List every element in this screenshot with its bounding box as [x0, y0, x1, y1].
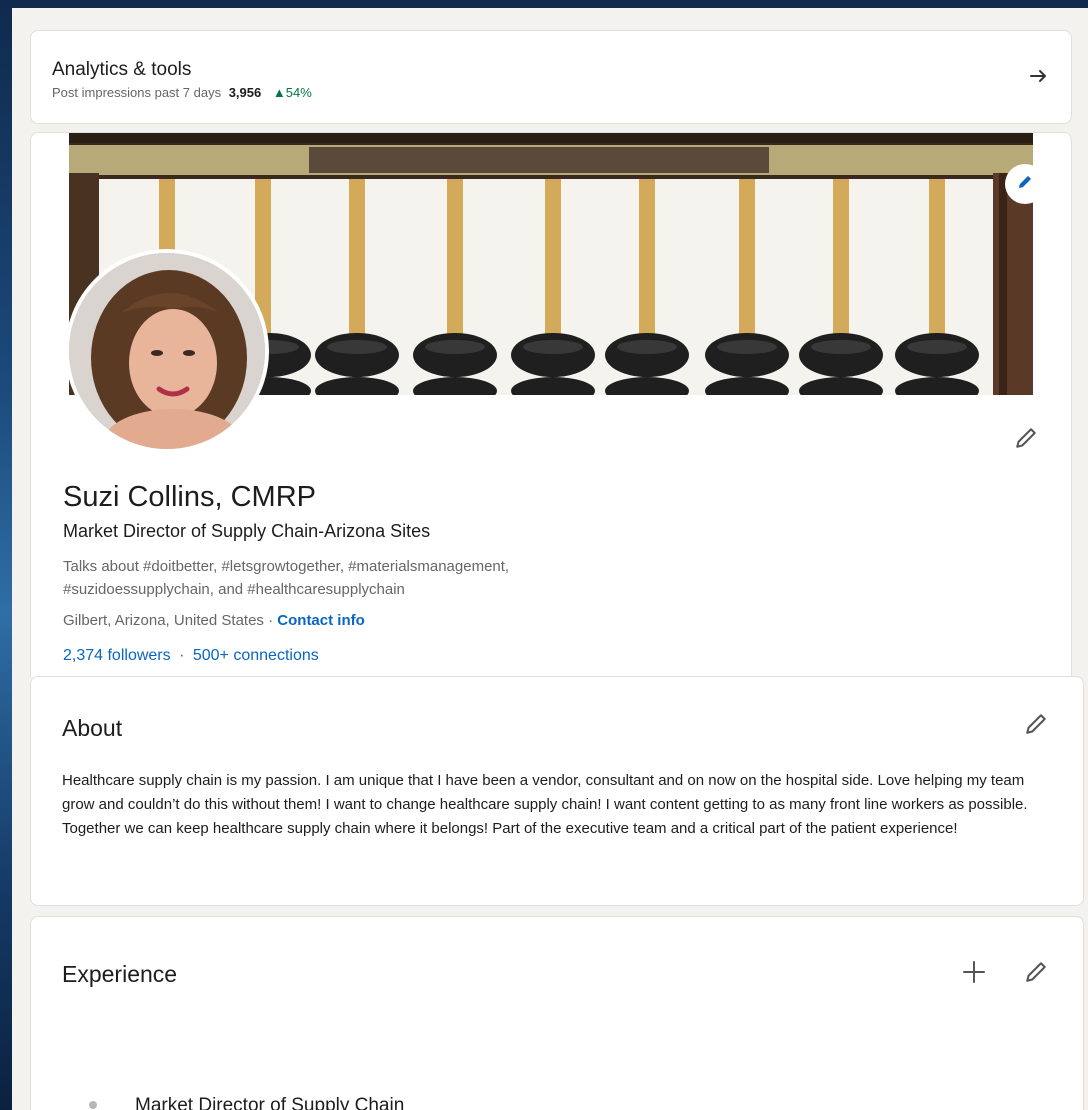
edit-banner-button[interactable]	[1005, 164, 1045, 204]
pencil-icon	[1016, 173, 1034, 196]
profile-stats: 2,374 followers · 500+ connections	[63, 647, 319, 665]
experience-card: Experience Market Director of Supply Cha…	[30, 916, 1084, 1110]
experience-item-bullet	[89, 1101, 97, 1109]
experience-title: Experience	[62, 961, 178, 987]
location-text: Gilbert, Arizona, United States	[63, 612, 264, 629]
about-card: About Healthcare supply chain is my pass…	[30, 676, 1084, 906]
pencil-icon	[1021, 962, 1051, 991]
about-title: About	[62, 715, 123, 741]
pencil-icon	[1011, 428, 1041, 457]
impressions-change: ▲54%	[272, 85, 312, 100]
analytics-title: Analytics & tools	[52, 59, 192, 80]
experience-item-title[interactable]: Market Director of Supply Chain	[135, 1095, 404, 1110]
avatar[interactable]	[65, 249, 269, 453]
add-experience-button[interactable]	[959, 957, 989, 987]
contact-info-link[interactable]: Contact info	[277, 612, 365, 629]
profile-headline: Market Director of Supply Chain-Arizona …	[63, 521, 431, 541]
pencil-icon	[1021, 714, 1051, 743]
followers-link[interactable]: 2,374 followers	[63, 647, 171, 664]
stats-separator: ·	[179, 647, 185, 664]
location-separator: ·	[263, 612, 278, 629]
profile-name: Suzi Collins, CMRP	[63, 481, 316, 513]
arrow-right-icon[interactable]	[1027, 64, 1051, 88]
impressions-summary: Post impressions past 7 days 3,956 ▲54%	[52, 85, 312, 100]
edit-experience-button[interactable]	[1021, 957, 1051, 987]
impressions-value: 3,956	[228, 85, 262, 100]
talks-about: Talks about #doitbetter, #letsgrowtogeth…	[63, 558, 510, 598]
profile-card: Suzi Collins, CMRP Market Director of Su…	[30, 132, 1072, 677]
analytics-card[interactable]: Analytics & tools Post impressions past …	[30, 30, 1072, 124]
plus-icon	[959, 961, 989, 991]
impressions-label: Post impressions past 7 days	[52, 85, 222, 100]
edit-about-button[interactable]	[1021, 709, 1051, 739]
edit-intro-button[interactable]	[1011, 423, 1041, 453]
profile-location: Gilbert, Arizona, United States · Contac…	[63, 612, 365, 629]
connections-link[interactable]: 500+ connections	[193, 647, 319, 664]
profile-page: Analytics & tools Post impressions past …	[12, 8, 1088, 1110]
about-text: Healthcare supply chain is my passion. I…	[62, 772, 1028, 837]
